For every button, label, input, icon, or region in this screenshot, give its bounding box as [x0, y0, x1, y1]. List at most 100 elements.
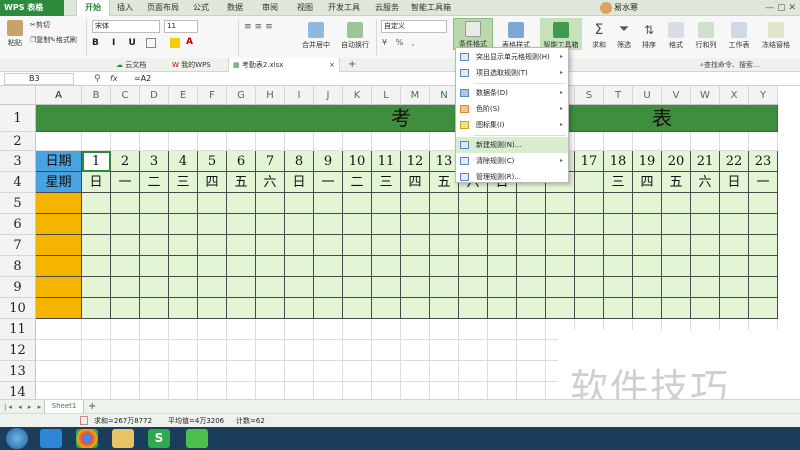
attendance-cell[interactable] [198, 214, 227, 235]
attendance-cell[interactable] [36, 214, 82, 235]
menu-item-highlight-rules[interactable]: 突出显示单元格规则(H) ▸ [456, 49, 568, 65]
date-cell[interactable]: 5 [198, 151, 227, 172]
row-header-11[interactable]: 11 [0, 319, 36, 340]
attendance-cell[interactable] [459, 214, 488, 235]
attendance-cell[interactable] [604, 277, 633, 298]
date-cell[interactable]: 2 [111, 151, 140, 172]
attendance-cell[interactable] [749, 277, 778, 298]
attendance-cell[interactable] [575, 256, 604, 277]
weekday-cell[interactable]: 四 [198, 172, 227, 193]
attendance-cell[interactable] [111, 214, 140, 235]
tab-developer[interactable]: 开发工具 [325, 0, 363, 16]
attendance-cell[interactable] [198, 298, 227, 319]
empty-cell[interactable] [343, 319, 372, 340]
column-header-D[interactable]: D [140, 86, 169, 105]
empty-cell[interactable] [401, 340, 430, 361]
attendance-cell[interactable] [372, 256, 401, 277]
add-sheet-button[interactable]: + [88, 400, 96, 414]
text-style-buttons[interactable]: B I U [92, 38, 141, 48]
attendance-cell[interactable] [256, 256, 285, 277]
attendance-cell[interactable] [314, 235, 343, 256]
weekday-cell[interactable]: 二 [140, 172, 169, 193]
attendance-cell[interactable] [633, 193, 662, 214]
empty-cell[interactable] [227, 382, 256, 400]
wps-spreadsheet-icon[interactable]: S [148, 429, 170, 448]
empty-cell[interactable] [111, 382, 140, 400]
empty-cell[interactable] [285, 361, 314, 382]
empty-cell[interactable] [401, 319, 430, 340]
attendance-cell[interactable] [604, 193, 633, 214]
tab-insert[interactable]: 插入 [112, 0, 138, 16]
attendance-cell[interactable] [720, 214, 749, 235]
empty-cell[interactable] [140, 361, 169, 382]
empty-cell[interactable] [285, 382, 314, 400]
formula-input[interactable]: =A2 [134, 72, 151, 86]
attendance-cell[interactable] [691, 277, 720, 298]
attendance-cell[interactable] [401, 214, 430, 235]
select-all-corner[interactable] [0, 86, 36, 105]
empty-cell[interactable] [36, 319, 82, 340]
doc-tab-cloud[interactable]: ☁ 云文档 [112, 58, 164, 72]
attendance-cell[interactable] [111, 256, 140, 277]
empty-cell[interactable] [36, 382, 82, 400]
column-header-E[interactable]: E [169, 86, 198, 105]
tab-review[interactable]: 审阅 [257, 0, 283, 16]
attendance-cell[interactable] [343, 298, 372, 319]
attendance-cell[interactable] [36, 256, 82, 277]
empty-cell[interactable] [140, 319, 169, 340]
tab-data[interactable]: 数据 [222, 0, 248, 16]
date-cell[interactable]: 20 [662, 151, 691, 172]
number-format-select[interactable]: 自定义 [381, 20, 447, 33]
attendance-cell[interactable] [459, 256, 488, 277]
attendance-cell[interactable] [82, 214, 111, 235]
table-style-button[interactable]: 表格样式 [496, 18, 536, 50]
menu-item-manage-rules[interactable]: 管理规则(R)... [456, 169, 568, 185]
empty-cell[interactable] [140, 132, 169, 151]
attendance-cell[interactable] [36, 298, 82, 319]
row-header-7[interactable]: 7 [0, 235, 36, 256]
empty-cell[interactable] [256, 382, 285, 400]
menu-item-icon-sets[interactable]: 图标集(I) ▸ [456, 117, 568, 133]
empty-cell[interactable] [198, 382, 227, 400]
chrome-icon[interactable] [76, 429, 98, 448]
attendance-cell[interactable] [401, 277, 430, 298]
empty-cell[interactable] [372, 361, 401, 382]
attendance-cell[interactable] [546, 193, 575, 214]
attendance-cell[interactable] [140, 235, 169, 256]
empty-cell[interactable] [459, 382, 488, 400]
attendance-cell[interactable] [140, 277, 169, 298]
empty-cell[interactable] [517, 319, 546, 340]
attendance-cell[interactable] [633, 298, 662, 319]
weekday-cell[interactable]: 三 [604, 172, 633, 193]
attendance-cell[interactable] [575, 235, 604, 256]
empty-cell[interactable] [372, 319, 401, 340]
empty-cell[interactable] [198, 340, 227, 361]
empty-cell[interactable] [140, 382, 169, 400]
attendance-cell[interactable] [36, 193, 82, 214]
menu-item-clear-rules[interactable]: 清除规则(C) ▸ [456, 153, 568, 169]
attendance-cell[interactable] [82, 193, 111, 214]
attendance-cell[interactable] [691, 298, 720, 319]
empty-cell[interactable] [82, 382, 111, 400]
empty-cell[interactable] [285, 319, 314, 340]
attendance-cell[interactable] [459, 193, 488, 214]
column-header-G[interactable]: G [227, 86, 256, 105]
attendance-cell[interactable] [459, 235, 488, 256]
row-header-6[interactable]: 6 [0, 214, 36, 235]
date-cell[interactable]: 9 [314, 151, 343, 172]
attendance-cell[interactable] [256, 193, 285, 214]
attendance-cell[interactable] [430, 235, 459, 256]
attendance-cell[interactable] [227, 298, 256, 319]
filter-button[interactable]: ⏷ 筛选 [613, 18, 635, 50]
attendance-cell[interactable] [372, 235, 401, 256]
attendance-cell[interactable] [169, 193, 198, 214]
attendance-cell[interactable] [662, 193, 691, 214]
border-icon[interactable] [146, 38, 156, 48]
ie-icon[interactable] [40, 429, 62, 448]
attendance-cell[interactable] [198, 235, 227, 256]
tab-home[interactable]: 开始 [76, 0, 110, 16]
attendance-cell[interactable] [430, 256, 459, 277]
weekday-cell[interactable]: 四 [633, 172, 662, 193]
attendance-cell[interactable] [488, 256, 517, 277]
avatar[interactable] [600, 2, 612, 14]
